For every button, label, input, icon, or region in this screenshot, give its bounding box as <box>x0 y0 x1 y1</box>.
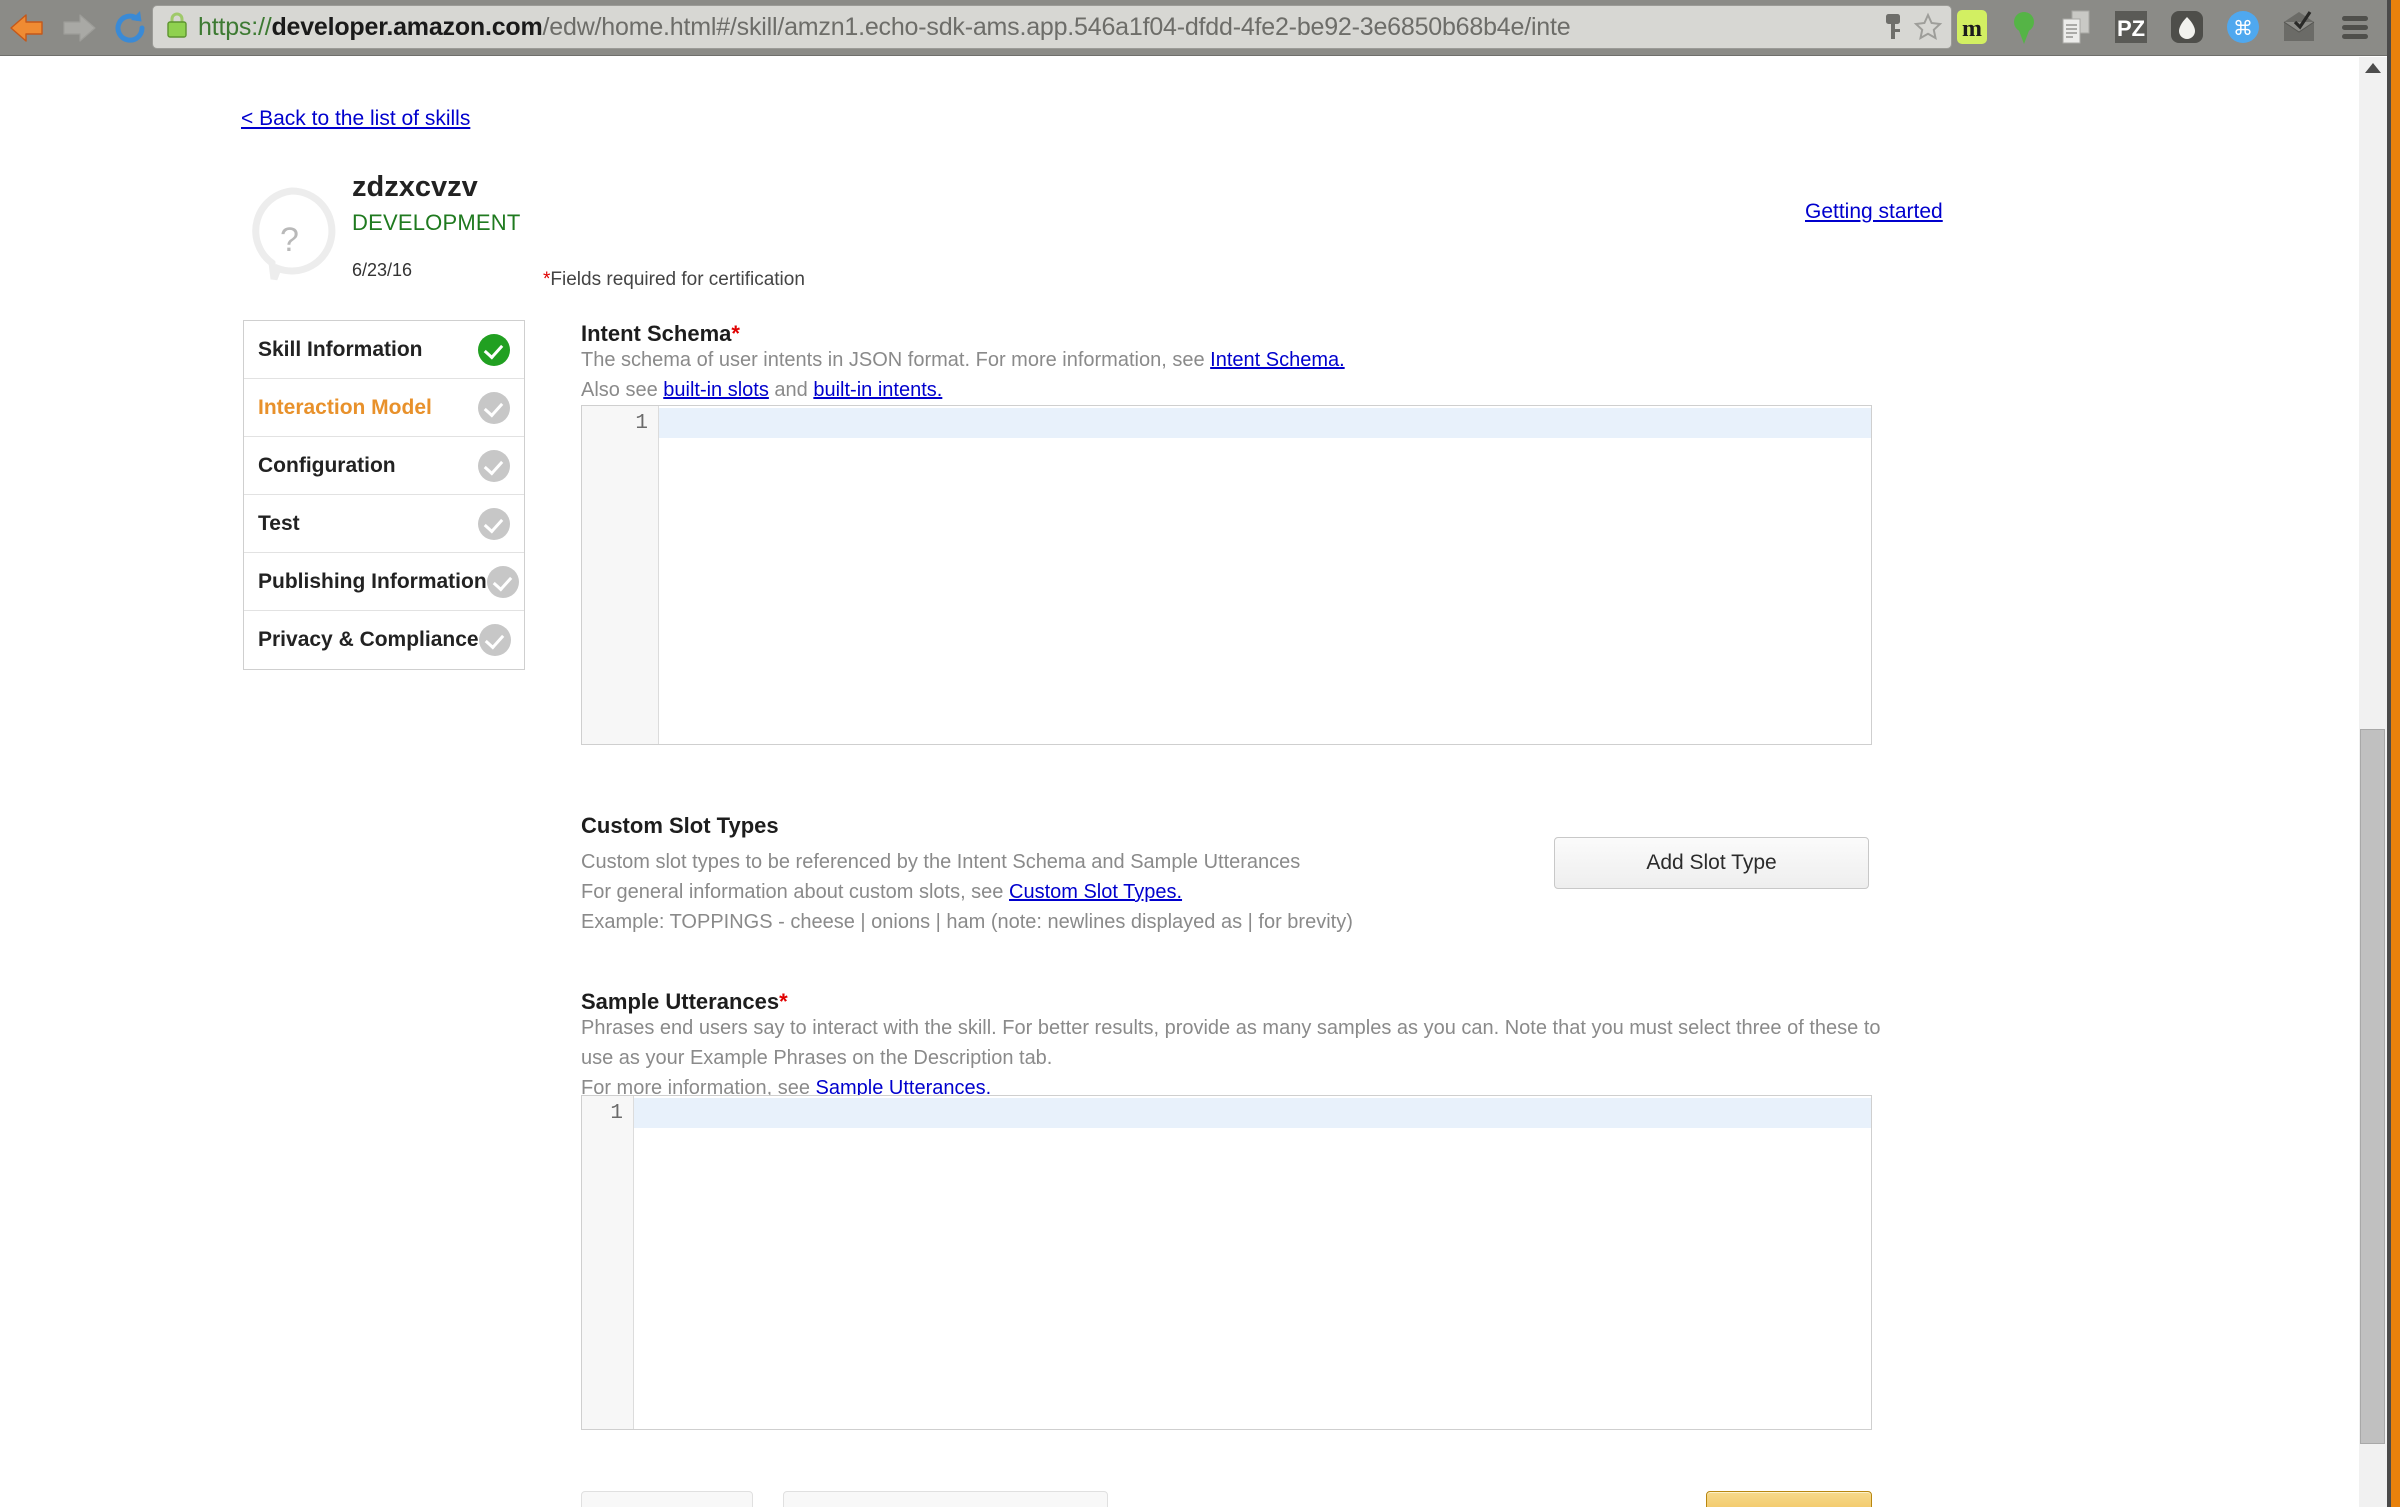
intent-schema-desc-and: and <box>768 379 814 401</box>
scrollbar-thumb[interactable] <box>2360 729 2385 1444</box>
extension-toolbar: m PZ ⌘ <box>1955 4 2373 50</box>
skill-name: zdzxcvzv <box>352 171 478 203</box>
copy-documents-icon[interactable] <box>2059 8 2093 46</box>
svg-text:⌘: ⌘ <box>2233 18 2253 40</box>
scroll-up-arrow-icon[interactable] <box>2365 63 2381 73</box>
intent-schema-desc-line1: The schema of user intents in JSON forma… <box>581 349 1211 371</box>
status-check-icon <box>486 565 519 598</box>
forward-arrow-icon <box>58 7 100 49</box>
pz-extension-icon[interactable]: PZ <box>2113 8 2149 46</box>
active-line-highlight <box>659 408 1871 438</box>
line-number: 1 <box>635 412 648 435</box>
custom-slot-types-title: Custom Slot Types <box>581 813 779 838</box>
line-number: 1 <box>610 1102 623 1125</box>
built-in-intents-link[interactable]: built-in intents. <box>813 379 942 401</box>
add-slot-type-button[interactable]: Add Slot Type <box>1554 837 1869 889</box>
save-button[interactable]: Save <box>581 1491 753 1507</box>
navigation-buttons <box>6 7 150 49</box>
intent-schema-description: The schema of user intents in JSON forma… <box>581 345 1881 405</box>
command-extension-icon[interactable]: ⌘ <box>2225 8 2261 46</box>
built-in-slots-link[interactable]: built-in slots <box>663 379 769 401</box>
m-extension-icon[interactable]: m <box>1955 8 1989 46</box>
intent-schema-title-text: Intent Schema <box>581 321 732 346</box>
custom-slot-types-description-2: For general information about custom slo… <box>581 877 1681 907</box>
skill-avatar-icon: ? <box>244 185 340 281</box>
url-scheme: https:// <box>198 12 272 41</box>
intent-schema-link[interactable]: Intent Schema. <box>1210 349 1345 371</box>
url-text: https://developer.amazon.com/edw/home.ht… <box>198 13 1875 42</box>
browser-window: https://developer.amazon.com/edw/home.ht… <box>0 0 2400 1507</box>
avatar-question-glyph: ? <box>280 221 299 259</box>
address-bar[interactable]: https://developer.amazon.com/edw/home.ht… <box>152 5 1952 49</box>
mail-check-icon[interactable] <box>2281 8 2317 46</box>
getting-started-link[interactable]: Getting started <box>1805 200 1943 224</box>
intent-schema-required-asterisk: * <box>731 321 740 346</box>
sample-utterances-gutter: 1 <box>582 1096 634 1429</box>
sidebar-item-interaction-model[interactable]: Interaction Model <box>244 379 524 437</box>
skill-date: 6/23/16 <box>352 260 413 280</box>
address-bar-actions <box>1875 12 1943 42</box>
green-balloon-icon[interactable] <box>2009 8 2039 46</box>
custom-slot-types-link[interactable]: Custom Slot Types. <box>1009 881 1182 903</box>
sample-utterances-title-text: Sample Utterances <box>581 989 780 1014</box>
sidebar-item-skill-information[interactable]: Skill Information <box>244 321 524 379</box>
window-border-accent <box>2391 0 2400 1507</box>
sidebar-item-configuration[interactable]: Configuration <box>244 437 524 495</box>
required-note-text: Fields required for certification <box>550 269 805 290</box>
sample-utterances-required-asterisk: * <box>779 989 788 1014</box>
url-host: developer.amazon.com <box>271 12 543 41</box>
back-arrow-icon[interactable] <box>6 7 48 49</box>
sidebar-item-label: Configuration <box>258 453 396 477</box>
next-button[interactable]: Next <box>1706 1491 1872 1507</box>
intent-schema-desc-line2: Also see <box>581 379 664 401</box>
skill-stage-badge: DEVELOPMENT <box>352 210 521 235</box>
sidebar-item-label: Skill Information <box>258 337 423 361</box>
browser-toolbar: https://developer.amazon.com/edw/home.ht… <box>0 0 2391 56</box>
svg-text:m: m <box>1962 16 1982 42</box>
shield-drop-icon[interactable] <box>2169 8 2205 46</box>
intent-schema-gutter: 1 <box>582 406 659 744</box>
sidebar-item-label: Test <box>258 511 300 535</box>
status-check-icon <box>478 507 510 540</box>
sample-utterances-description: Phrases end users say to interact with t… <box>581 1013 1886 1103</box>
sidebar-item-test[interactable]: Test <box>244 495 524 553</box>
back-to-skills-link[interactable]: < Back to the list of skills <box>241 107 470 131</box>
status-check-icon <box>478 624 511 656</box>
page-content: < Back to the list of skills Getting sta… <box>0 57 2346 1507</box>
intent-schema-code-area[interactable] <box>659 406 1871 744</box>
key-icon[interactable] <box>1881 12 1905 42</box>
sidebar-item-label: Privacy & Compliance <box>258 628 479 651</box>
submit-for-certification-button[interactable]: Submit for Certification <box>783 1491 1108 1507</box>
status-check-icon <box>478 333 510 366</box>
sample-utterances-code-area[interactable] <box>634 1096 1871 1429</box>
custom-slot-types-desc-pre: For general information about custom slo… <box>581 881 1009 903</box>
sidebar-item-publishing-information[interactable]: Publishing Information <box>244 553 524 611</box>
sample-utterances-desc-line2: Example Phrases on the Description tab. <box>689 1047 1053 1069</box>
custom-slot-types-example: Example: TOPPINGS - cheese | onions | ha… <box>581 911 1353 933</box>
intent-schema-title: Intent Schema* <box>581 321 740 347</box>
status-check-icon <box>478 391 510 424</box>
hamburger-menu-icon[interactable] <box>2337 8 2373 46</box>
sample-utterances-title: Sample Utterances* <box>581 989 788 1015</box>
ssl-lock-icon <box>165 11 189 44</box>
sidebar-item-privacy-compliance[interactable]: Privacy & Compliance <box>244 611 524 669</box>
active-line-highlight <box>634 1098 1871 1128</box>
sidebar-item-label: Publishing Information <box>258 569 487 593</box>
bookmark-star-icon[interactable] <box>1913 12 1943 42</box>
reload-icon[interactable] <box>110 8 150 48</box>
custom-slot-types-description-1: Custom slot types to be referenced by th… <box>581 851 1301 873</box>
page-scrollbar[interactable] <box>2359 57 2387 1507</box>
status-check-icon <box>478 449 510 482</box>
sample-utterances-editor[interactable]: 1 <box>581 1095 1872 1430</box>
sidebar-item-label: Interaction Model <box>258 395 432 419</box>
url-path: /edw/home.html#/skill/amzn1.echo-sdk-ams… <box>542 12 1571 41</box>
intent-schema-editor[interactable]: 1 <box>581 405 1872 745</box>
required-fields-note: *Fields required for certification <box>543 269 805 291</box>
svg-text:PZ: PZ <box>2117 16 2145 41</box>
skill-nav-list: Skill Information Interaction Model Conf… <box>243 320 525 670</box>
